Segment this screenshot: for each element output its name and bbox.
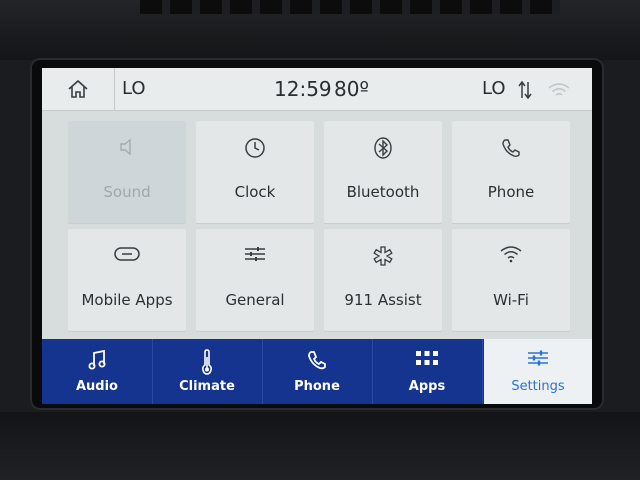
bottom-nav-bar: Audio Climate Phone Apps Settings <box>42 339 592 404</box>
dashboard-bezel-top <box>0 0 640 60</box>
tile-mobile-apps[interactable]: Mobile Apps <box>68 229 186 331</box>
tile-sound[interactable]: Sound <box>68 121 186 223</box>
music-note-icon <box>88 349 106 370</box>
tile-911-assist[interactable]: 911 Assist <box>324 229 442 331</box>
home-button[interactable] <box>42 68 115 110</box>
settings-grid: Sound Clock Bluetooth Phone Mobile Apps … <box>42 111 592 380</box>
nav-label: Climate <box>179 379 235 394</box>
tile-label: General <box>225 291 285 309</box>
tile-phone[interactable]: Phone <box>452 121 570 223</box>
tile-label: 911 Assist <box>344 291 422 309</box>
tile-clock[interactable]: Clock <box>196 121 314 223</box>
bluetooth-icon <box>374 137 392 159</box>
sliders-icon <box>245 247 265 261</box>
data-transfer-icon <box>518 80 532 100</box>
nav-audio[interactable]: Audio <box>42 339 153 404</box>
wifi-signal-icon <box>548 83 570 96</box>
settings-sliders-icon <box>528 350 548 366</box>
tile-label: Bluetooth <box>346 183 420 201</box>
mobile-apps-icon <box>114 247 140 261</box>
passenger-temp-setting[interactable]: LO <box>482 78 506 99</box>
tile-label: Mobile Apps <box>81 291 173 309</box>
dashboard-bezel-bottom <box>0 412 640 480</box>
emergency-assist-icon <box>373 246 393 266</box>
driver-temp-setting[interactable]: LO <box>122 78 146 99</box>
clock-time: 12:59 <box>274 77 332 101</box>
nav-label: Phone <box>294 379 340 394</box>
tile-label: Sound <box>103 183 151 201</box>
tile-general[interactable]: General <box>196 229 314 331</box>
thermometer-icon <box>201 349 213 375</box>
status-bar: LO 12:59 80º LO <box>42 68 592 111</box>
nav-climate[interactable]: Climate <box>152 339 263 404</box>
apps-grid-icon <box>416 351 438 365</box>
clock-icon <box>245 138 265 158</box>
tile-label: Wi-Fi <box>493 291 529 309</box>
wifi-icon <box>500 246 522 263</box>
tile-label: Phone <box>487 183 535 201</box>
phone-icon <box>502 139 520 158</box>
nav-label: Settings <box>511 379 565 394</box>
nav-apps[interactable]: Apps <box>372 339 483 404</box>
air-vent <box>140 0 560 14</box>
nav-label: Audio <box>75 379 118 394</box>
home-icon <box>68 79 88 98</box>
tile-bluetooth[interactable]: Bluetooth <box>324 121 442 223</box>
infotainment-screen: LO 12:59 80º LO Sound Clock Bluetooth Ph… <box>42 68 592 404</box>
tile-wifi[interactable]: Wi-Fi <box>452 229 570 331</box>
phone-icon <box>308 351 326 370</box>
tile-label: Clock <box>234 183 276 201</box>
speaker-icon <box>120 138 131 156</box>
nav-label: Apps <box>408 379 446 394</box>
outside-temperature: 80º <box>334 77 369 101</box>
nav-settings[interactable]: Settings <box>484 339 592 404</box>
nav-phone[interactable]: Phone <box>262 339 373 404</box>
